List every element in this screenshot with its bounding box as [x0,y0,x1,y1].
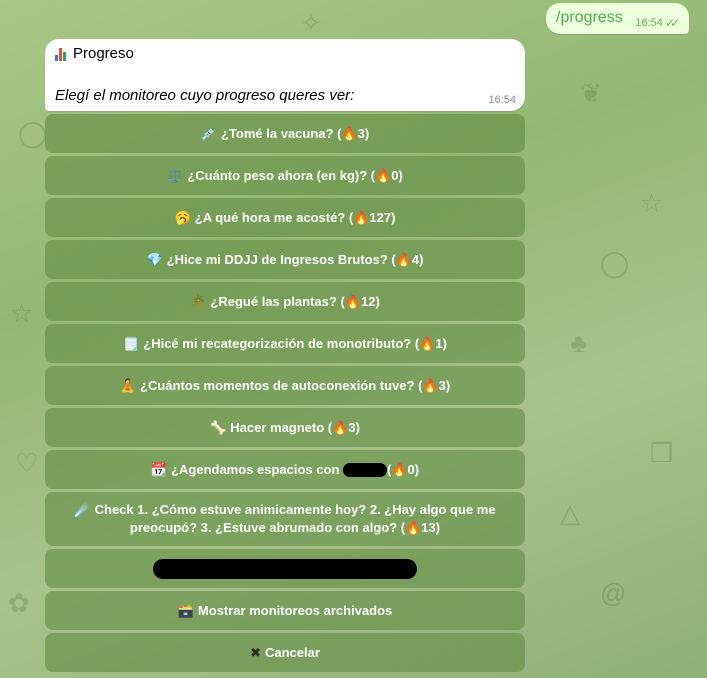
fire-icon: 🔥 [375,167,392,183]
message-body: Elegí el monitoreo cuyo progreso queres … [55,87,355,104]
keyboard-button-check[interactable]: ☄️ Check 1. ¿Cómo estuve animicamente hoy… [45,492,525,546]
message-time: 16:54 [488,94,516,106]
fire-icon: 🔥 [405,520,422,535]
fire-icon: 🔥 [391,461,408,477]
redacted-name [343,463,387,478]
doodle-pizza-icon: △ [560,498,580,528]
doodle-balloon-icon: ◯ [18,118,48,148]
keyboard-button-magneto[interactable]: 🦴 Hacer magneto (🔥3) [45,408,525,447]
cancel-button[interactable]: ✖ Cancelar [45,633,525,672]
calendar-icon: 📆 [150,461,168,477]
keyboard-button-acoste[interactable]: 🥱 ¿A qué hora me acosté? (🔥127) [45,198,525,237]
bar-chart-icon [55,47,69,61]
keyboard-button-autoconexion[interactable]: 🧘 ¿Cuántos momentos de autoconexión tuve?… [45,366,525,405]
incoming-message: Progreso Elegí el monitoreo cuyo progres… [45,39,525,111]
meditation-icon: 🧘 [119,377,136,393]
double-check-icon: ✓✓ [664,16,680,30]
doodle-star-icon: ☆ [10,298,34,328]
scale-icon: ⚖️ [167,167,184,183]
redacted-label [153,558,417,579]
doodle-sparkle-icon: ✧ [300,8,322,38]
palm-tree-icon: 🌴 [190,293,207,309]
yawning-face-icon: 🥱 [174,209,191,225]
message-title-text: Progreso [73,45,134,62]
fire-icon: 🔥 [422,377,439,393]
card-file-box-icon: 🗃️ [177,602,194,618]
keyboard-button-ddjj[interactable]: 💎 ¿Hice mi DDJJ de Ingresos Brutos? (🔥4) [45,240,525,279]
keyboard-button-peso[interactable]: ⚖️ ¿Cuánto peso ahora (en kg)? (🔥0) [45,156,525,195]
fire-icon: 🔥 [353,209,370,225]
fire-icon: 🔥 [344,293,361,309]
fire-icon: 🔥 [395,251,412,267]
message-title: Progreso [55,45,134,62]
comet-icon: ☄️ [74,502,91,517]
notepad-icon: 🗒️ [123,335,140,351]
outgoing-message-time: 16:54 [635,17,663,29]
show-archived-button[interactable]: 🗃️ Mostrar monitoreos archivados [45,591,525,630]
doodle-balloon-icon: ◯ [600,248,630,278]
outgoing-message-meta: 16:54 ✓✓ [635,16,680,30]
close-icon: ✖ [250,644,261,660]
syringe-icon: 💉 [200,125,217,141]
gem-icon: 💎 [146,251,163,267]
keyboard-button-vacuna[interactable]: 💉 ¿Tomé la vacuna? (🔥3) [45,114,525,153]
keyboard-button-redacted[interactable] [45,549,525,588]
fire-icon: 🔥 [419,335,436,351]
doodle-snail-icon: @ [600,578,627,608]
keyboard-button-agendamos[interactable]: 📆 ¿Agendamos espacios con (🔥0) [45,450,525,489]
bone-icon: 🦴 [210,419,227,435]
fire-icon: 🔥 [332,419,349,435]
doodle-heart-icon: ♡ [15,448,39,478]
outgoing-message: /progress 16:54 ✓✓ [546,3,689,34]
doodle-flower-icon: ✿ [8,588,30,618]
outgoing-message-text: /progress [556,9,623,26]
keyboard-button-plantas[interactable]: 🌴 ¿Regué las plantas? (🔥12) [45,282,525,321]
fire-icon: 🔥 [341,125,358,141]
keyboard-button-monotributo[interactable]: 🗒️ ¿Hicé mi recategorización de monotribu… [45,324,525,363]
doodle-star-icon: ☆ [640,188,664,218]
doodle-gift-icon: ❒ [650,438,674,468]
doodle-bird-icon: ❦ [580,78,602,108]
doodle-dino-icon: ♣ [570,328,588,358]
